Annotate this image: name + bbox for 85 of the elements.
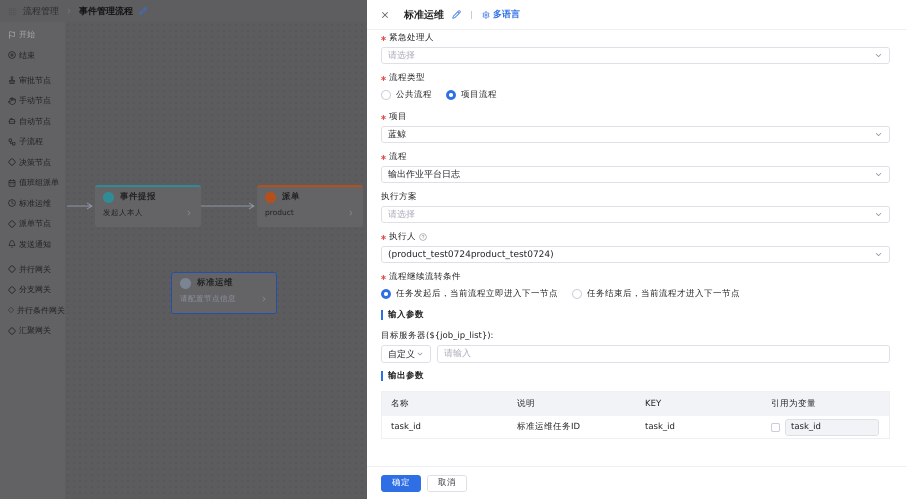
diamond-icon (8, 220, 16, 228)
chevron-down-icon (874, 210, 883, 219)
column-header: 引用为变量 (771, 398, 817, 410)
bell-icon (8, 240, 16, 248)
multilang-link[interactable]: 多语言 (482, 8, 520, 21)
section-heading: 输入参数 (381, 310, 890, 320)
field-label: 流程 (389, 151, 407, 163)
section-heading: 输出参数 (381, 371, 890, 381)
palette-item[interactable]: 子流程 (8, 134, 65, 149)
node-title: 标准运维 (197, 277, 233, 289)
breadcrumb-current: 事件管理流程 (79, 5, 133, 18)
palette-item[interactable]: 派单节点 (8, 216, 65, 231)
edit-icon[interactable] (452, 10, 461, 19)
node-title: 事件提报 (120, 191, 156, 203)
select-field[interactable]: 请选择 (381, 47, 890, 64)
field-label: 目标服务器(${job_ip_list}): (381, 330, 494, 342)
chevron-right-icon (65, 7, 73, 15)
chevron-down-icon (874, 250, 883, 259)
palette-item[interactable]: 发送通知 (8, 236, 65, 252)
diamond-icon (8, 158, 16, 166)
palette-item[interactable]: 结束 (8, 48, 65, 62)
radio-option[interactable]: 任务发起后，当前流程立即进入下一节点 (381, 288, 558, 300)
column-header: 说明 (517, 398, 536, 410)
table-cell-text: task_id (645, 422, 676, 432)
palette-item[interactable]: 标准运维 (8, 196, 65, 210)
chevron-down-icon (416, 350, 424, 358)
select-field[interactable]: 自定义 (381, 345, 431, 363)
chevron-down-icon (874, 51, 883, 60)
workflow-icon (8, 138, 16, 146)
select-field[interactable]: 请选择 (381, 206, 890, 223)
variable-field[interactable]: task_id (785, 418, 879, 436)
clock-icon (8, 199, 16, 207)
palette-item[interactable]: 决策节点 (8, 154, 65, 170)
hand-icon (8, 96, 16, 104)
field-label: 项目 (389, 111, 407, 123)
table-cell-text: task_id (391, 422, 422, 432)
help-icon[interactable] (419, 233, 427, 241)
arrow (67, 202, 95, 210)
column-header: 名称 (391, 398, 410, 410)
input-field[interactable]: 请输入 (437, 345, 890, 363)
field-label: 流程继续流转条件 (389, 271, 461, 283)
flag-icon (8, 30, 16, 38)
chevron-right-icon (185, 209, 193, 217)
field-label: 紧急处理人 (389, 32, 434, 44)
palette-item[interactable]: 并行条件网关 (8, 302, 65, 318)
robot-icon (8, 117, 16, 125)
palette-item[interactable]: 并行网关 (8, 262, 65, 276)
calendar-icon (8, 178, 16, 186)
radio-option[interactable]: 项目流程 (446, 89, 497, 101)
diamond-icon (8, 286, 16, 294)
diamond-icon (8, 265, 16, 273)
column-header: KEY (645, 399, 662, 409)
diamond-icon (8, 306, 14, 314)
palette-item[interactable]: 自动节点 (8, 114, 65, 128)
table-cell-text: 标准运维任务ID (517, 421, 582, 433)
palette-item[interactable]: 分支网关 (8, 282, 65, 297)
radio-button[interactable] (381, 289, 391, 299)
palette-item[interactable]: 手动节点 (8, 93, 65, 108)
cancel-button[interactable]: 取消 (427, 474, 467, 492)
radio-button[interactable] (446, 90, 456, 100)
gear-icon (482, 10, 490, 18)
field-label: 执行方案 (381, 191, 417, 203)
radio-option[interactable]: 公共流程 (381, 89, 432, 101)
drawer-title: 标准运维 (404, 8, 444, 22)
stamp-icon (8, 76, 16, 84)
diamond-icon (8, 326, 16, 334)
checkbox[interactable] (771, 422, 780, 432)
chevron-right-icon (260, 295, 268, 303)
chevron-down-icon (874, 170, 883, 179)
stop-circle-icon (8, 51, 16, 59)
chevron-down-icon (874, 130, 883, 139)
palette-item[interactable]: 值班组派单 (8, 175, 65, 190)
palette-item[interactable]: 汇聚网关 (8, 323, 65, 338)
radio-option[interactable]: 任务结束后，当前流程才进入下一节点 (572, 288, 740, 300)
arrow (201, 202, 257, 210)
palette-item[interactable]: 审批节点 (8, 72, 65, 88)
chevron-right-icon (347, 208, 355, 216)
field-label: 执行人 (389, 231, 416, 243)
select-field[interactable]: 蓝鲸 (381, 126, 890, 143)
field-label: 流程类型 (389, 72, 425, 84)
select-field[interactable]: (product_test0724product_test0724) (381, 246, 890, 263)
close-icon[interactable] (380, 10, 390, 20)
select-field[interactable]: 输出作业平台日志 (381, 166, 890, 183)
node-title: 派单 (282, 191, 300, 203)
confirm-button[interactable]: 确定 (381, 474, 421, 492)
